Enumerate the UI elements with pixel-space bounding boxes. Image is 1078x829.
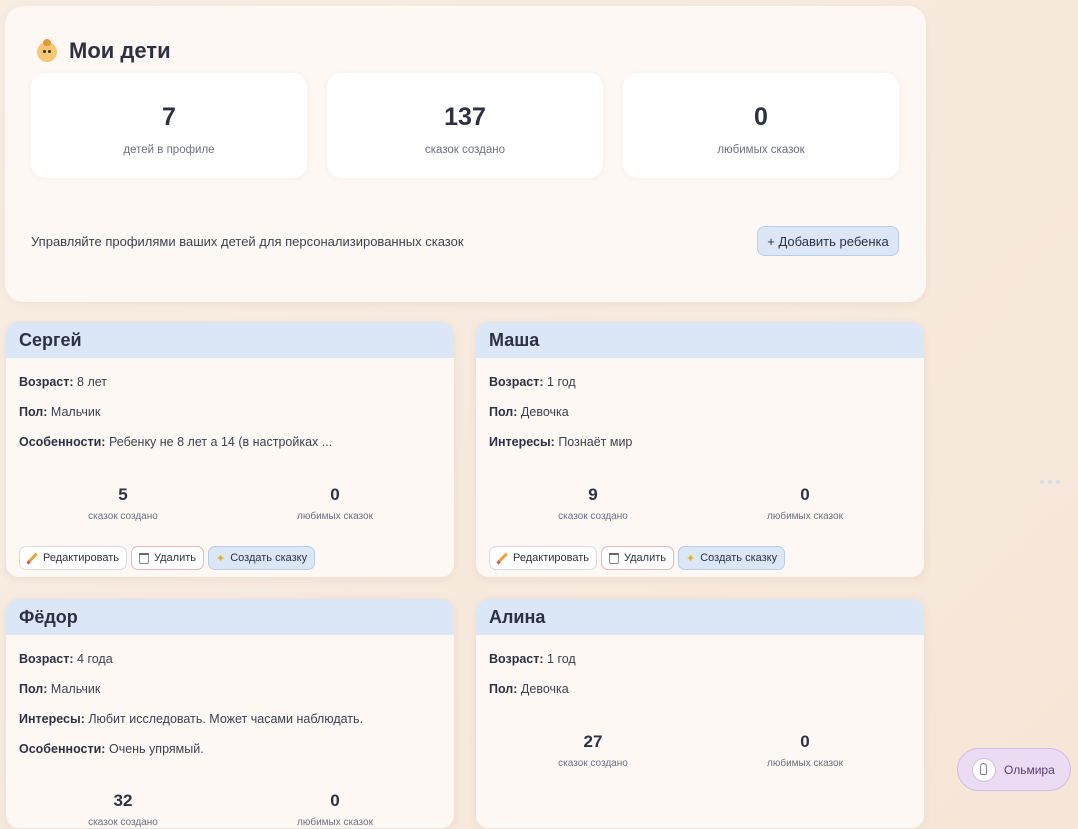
edit-button[interactable]: Редактировать: [489, 546, 597, 570]
stat-value: 7: [162, 103, 176, 131]
stat-value: 137: [444, 103, 486, 131]
trash-icon: [139, 552, 149, 564]
page-title-text: Мои дети: [69, 38, 171, 63]
child-card-sergey: Сергей Возраст: 8 лет Пол: Мальчик Особе…: [5, 321, 455, 578]
child-name: Сергей: [6, 322, 454, 358]
pencil-icon: [27, 553, 38, 564]
sparkles-icon: ✦: [216, 552, 226, 565]
child-field-gender: Пол: Девочка: [489, 405, 569, 419]
child-stories-stat: 5 сказок создано: [88, 485, 158, 522]
pencil-icon: [497, 553, 508, 564]
child-field-notes: Особенности: Очень упрямый.: [19, 742, 204, 756]
children-summary-panel: Мои дети 7 детей в профиле 137 сказок со…: [5, 6, 926, 302]
child-favorites-stat: 0 любимых сказок: [767, 732, 843, 769]
child-actions: Редактировать Удалить ✦ Создать сказку: [19, 546, 316, 572]
stat-stories: 137 сказок создано: [327, 73, 603, 178]
stat-label: любимых сказок: [717, 144, 805, 156]
add-child-button[interactable]: + Добавить ребенка: [757, 226, 899, 256]
child-favorites-stat: 0 любимых сказок: [297, 791, 373, 828]
child-name: Алина: [476, 599, 924, 635]
child-field-age: Возраст: 8 лет: [19, 375, 108, 389]
stat-label: сказок создано: [424, 144, 506, 156]
stat-children: 7 детей в профиле: [31, 73, 307, 178]
create-story-button[interactable]: ✦ Создать сказку: [208, 546, 316, 570]
child-field-interests: Интересы: Любит исследовать. Может часам…: [19, 712, 363, 726]
delete-button[interactable]: Удалить: [601, 546, 674, 570]
child-favorites-stat: 0 любимых сказок: [767, 485, 843, 522]
assistant-avatar-icon: [972, 757, 996, 782]
delete-button[interactable]: Удалить: [131, 546, 204, 570]
child-stories-stat: 9 сказок создано: [558, 485, 628, 522]
child-stories-stat: 32 сказок создано: [88, 791, 158, 828]
trash-icon: [609, 552, 619, 564]
child-field-interests: Интересы: Познаёт мир: [489, 435, 633, 449]
child-field-age: Возраст: 1 год: [489, 652, 576, 666]
child-name: Маша: [476, 322, 924, 358]
child-field-age: Возраст: 4 года: [19, 652, 113, 666]
assistant-name: Ольмира: [1004, 762, 1055, 777]
child-card-fedor: Фёдор Возраст: 4 года Пол: Мальчик Интер…: [5, 598, 455, 829]
child-card-masha: Маша Возраст: 1 год Пол: Девочка Интерес…: [475, 321, 925, 578]
stat-value: 0: [754, 103, 768, 131]
baby-icon: [35, 39, 59, 63]
child-favorites-stat: 0 любимых сказок: [297, 485, 373, 522]
create-story-button[interactable]: ✦ Создать сказку: [678, 546, 786, 570]
child-field-gender: Пол: Девочка: [489, 682, 569, 696]
child-name: Фёдор: [6, 599, 454, 635]
stat-label: детей в профиле: [123, 144, 215, 156]
page-title: Мои дети: [35, 38, 171, 64]
sparkles-icon: ✦: [686, 552, 696, 565]
child-actions: Редактировать Удалить ✦ Создать сказку: [489, 546, 786, 572]
assistant-button[interactable]: Ольмира: [957, 748, 1071, 791]
child-stories-stat: 27 сказок создано: [558, 732, 628, 769]
child-field-gender: Пол: Мальчик: [19, 405, 101, 419]
child-field-age: Возраст: 1 год: [489, 375, 576, 389]
decorative-dots: [1040, 480, 1060, 484]
edit-button[interactable]: Редактировать: [19, 546, 127, 570]
child-field-gender: Пол: Мальчик: [19, 682, 101, 696]
description-text: Управляйте профилями ваших детей для пер…: [31, 234, 464, 249]
stat-favorites: 0 любимых сказок: [623, 73, 899, 178]
child-field-notes: Особенности: Ребенку не 8 лет а 14 (в на…: [19, 435, 333, 449]
child-card-alina: Алина Возраст: 1 год Пол: Девочка 27 сказ…: [475, 598, 925, 829]
